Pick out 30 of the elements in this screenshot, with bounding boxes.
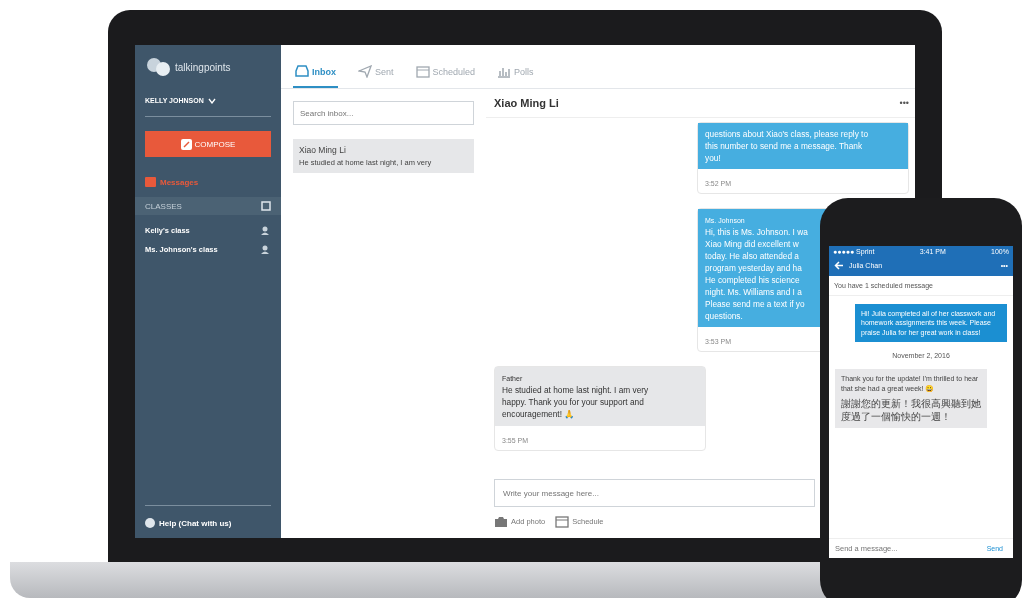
message-text: questions about Xiao's class, please reply to this number to send me a message. Thank you! bbox=[705, 128, 868, 165]
logo-text: talkingpoints bbox=[175, 61, 231, 73]
camera-icon bbox=[494, 515, 508, 528]
translated-text: 謝謝您的更新！我很高興聽到她度過了一個愉快的一週！ bbox=[841, 397, 981, 424]
calendar-icon bbox=[415, 65, 430, 78]
inbox-icon bbox=[295, 65, 309, 78]
tab[interactable]: Scheduled bbox=[413, 57, 478, 88]
bar-chart-icon bbox=[497, 65, 512, 78]
message-text: Hi, this is Ms. Johnson. I wa Xiao Ming did excellent w today. He also attended a program yesterday and ha He completed his science night. Ms. Williams and I a Please send me a text if yo questions. bbox=[705, 226, 808, 323]
person-icon bbox=[261, 226, 271, 235]
more-button[interactable]: ••• bbox=[899, 98, 909, 108]
chat-bubbles-icon bbox=[145, 57, 171, 77]
add-square-icon bbox=[261, 201, 271, 211]
pencil-icon bbox=[180, 138, 192, 150]
tab[interactable]: Polls bbox=[495, 57, 536, 88]
help-link[interactable]: Help (Chat with us) bbox=[145, 505, 271, 528]
contact-name: Xiao Ming Li bbox=[299, 145, 347, 155]
back-arrow-icon bbox=[834, 261, 844, 270]
message-text: He studied at home last night. I am very happy. Thank you for your support and encouragement! 🙏 bbox=[502, 384, 649, 421]
search-field[interactable]: Search inbox... bbox=[293, 101, 474, 125]
message-input[interactable]: Write your message here... bbox=[494, 479, 815, 507]
section-title: CLASSES bbox=[145, 201, 182, 211]
paper-plane-icon bbox=[358, 65, 372, 78]
chat-title: Xiao Ming Li bbox=[494, 97, 559, 109]
compose-button[interactable]: COMPOSE bbox=[145, 131, 271, 157]
caret-icon bbox=[207, 97, 216, 104]
person-icon bbox=[261, 245, 271, 254]
tab[interactable]: Sent bbox=[356, 57, 396, 88]
calendar-icon bbox=[555, 515, 570, 528]
tab[interactable]: Inbox bbox=[293, 57, 338, 88]
